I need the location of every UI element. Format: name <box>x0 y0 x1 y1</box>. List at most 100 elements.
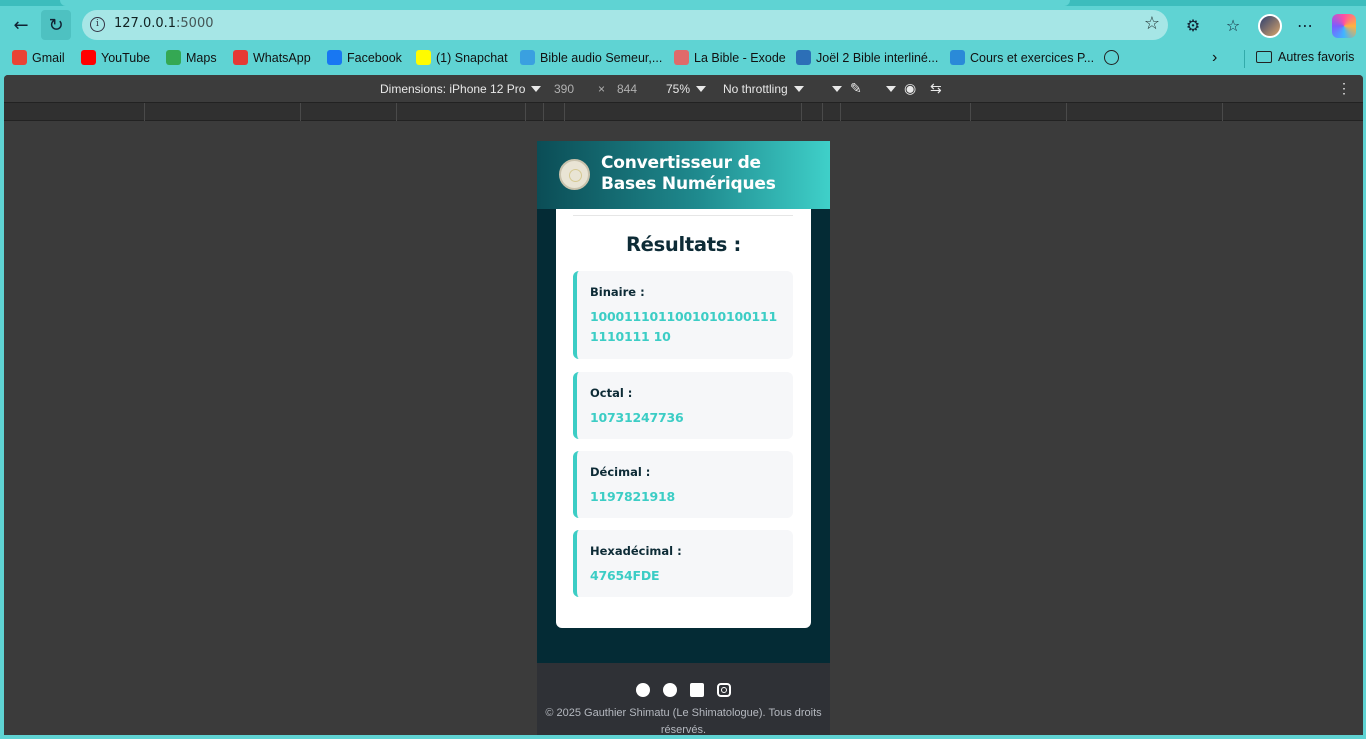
bookmark-label: WhatsApp <box>253 50 311 65</box>
divider <box>573 215 793 216</box>
result-label: Hexadécimal : <box>590 544 682 558</box>
ruler-tick <box>801 103 802 121</box>
ruler-tick <box>970 103 971 121</box>
site-info-icon[interactable]: i <box>90 17 105 32</box>
device-dimensions-select[interactable]: Dimensions: iPhone 12 Pro <box>380 82 542 96</box>
gmail-icon <box>12 50 27 65</box>
ruler-tick <box>822 103 823 121</box>
browser-toolbar: ← ↻ i 127.0.0.1:5000 ☆ ⚙ ☆ ⋯ <box>0 6 1366 44</box>
height-input[interactable]: 844 <box>617 82 637 96</box>
result-value: 10001110110010101001111110111 10 <box>590 309 777 344</box>
courses-icon <box>950 50 965 65</box>
url-text[interactable]: 127.0.0.1:5000 <box>114 16 214 31</box>
bookmark-item[interactable]: WhatsApp <box>233 50 311 65</box>
maps-icon <box>166 50 181 65</box>
throttling-select[interactable]: No throttling <box>723 82 804 96</box>
youtube-icon <box>81 50 96 65</box>
bible-exode-icon <box>674 50 689 65</box>
bookmark-item[interactable]: Facebook <box>327 50 402 65</box>
zoom-value: 75% <box>666 82 691 96</box>
emulate-options[interactable] <box>880 82 896 96</box>
facebook-icon[interactable] <box>663 683 677 697</box>
bookmarks-bar: Gmail YouTube Maps WhatsApp Facebook (1) Snap… <box>0 46 1366 72</box>
save-data-toggle[interactable] <box>826 82 842 96</box>
bookmark-item[interactable]: Maps <box>166 50 217 65</box>
url-port: :5000 <box>176 16 214 31</box>
more-menu-icon[interactable]: ⋯ <box>1294 14 1316 36</box>
results-title: Résultats : <box>625 233 742 256</box>
result-value: 1197821918 <box>590 489 675 504</box>
ruler-tick <box>1066 103 1067 121</box>
device-toolbar: Dimensions: iPhone 12 Pro 390 × 844 75% … <box>4 75 1363 102</box>
reload-button[interactable]: ↻ <box>41 10 71 40</box>
result-binary: Binaire : 10001110110010101001111110111 … <box>573 271 793 359</box>
ruler-tick <box>840 103 841 121</box>
ruler-tick <box>564 103 565 121</box>
bookmark-item[interactable]: Gmail <box>12 50 65 65</box>
other-bookmarks-label: Autres favoris <box>1278 50 1355 64</box>
result-label: Binaire : <box>590 285 645 299</box>
linkedin-icon[interactable] <box>690 683 704 697</box>
bookmark-item[interactable]: La Bible - Exode <box>674 50 786 65</box>
snapchat-icon <box>416 50 431 65</box>
back-button[interactable]: ← <box>6 10 36 40</box>
other-bookmarks-folder[interactable]: Autres favoris <box>1256 50 1354 64</box>
url-host: 127.0.0.1 <box>114 16 177 31</box>
bookmark-item[interactable]: (1) Snapchat <box>416 50 508 65</box>
throttling-value: No throttling <box>723 82 788 96</box>
ruler-tick <box>144 103 145 121</box>
vision-deficiency-icon[interactable]: ◉ <box>904 80 916 97</box>
page-footer: © 2025 Gauthier Shimatu (Le Shimatologue… <box>537 663 830 735</box>
address-bar[interactable]: i 127.0.0.1:5000 ☆ <box>82 10 1168 40</box>
result-value: 10731247736 <box>590 410 684 425</box>
bookmark-item[interactable]: Cours et exercices P... <box>950 50 1094 65</box>
copilot-icon[interactable] <box>1332 14 1356 38</box>
media-query-ruler <box>4 102 1363 121</box>
reload-icon: ↻ <box>48 14 64 36</box>
bookmark-item[interactable]: Joël 2 Bible interliné... <box>796 50 938 65</box>
social-links <box>537 683 830 697</box>
rotate-icon[interactable]: ⇆ <box>930 80 942 97</box>
eyedropper-icon[interactable]: ✎ <box>850 80 862 97</box>
bookmark-label: Maps <box>186 50 217 65</box>
ruler-tick <box>525 103 526 121</box>
result-octal: Octal : 10731247736 <box>573 372 793 439</box>
whatsapp-icon <box>233 50 248 65</box>
chevron-down-icon <box>696 86 707 92</box>
bookmark-label: Cours et exercices P... <box>970 50 1095 65</box>
instagram-icon[interactable] <box>717 683 731 697</box>
extensions-icon[interactable]: ⚙ <box>1182 14 1204 36</box>
bookmark-separator <box>1244 50 1245 68</box>
profile-avatar[interactable] <box>1258 14 1282 38</box>
bookmark-label: La Bible - Exode <box>694 50 786 65</box>
globe-icon <box>1104 50 1119 65</box>
emulated-page: Convertisseur de Bases Numériques Résult… <box>537 141 830 735</box>
chevron-right-icon[interactable]: › <box>1212 49 1217 67</box>
bookmark-item[interactable]: Bible audio Semeur,... <box>520 50 662 65</box>
ruler-tick <box>543 103 544 121</box>
result-value: 47654FDE <box>590 568 660 583</box>
bookmark-item[interactable]: YouTube <box>81 50 150 65</box>
device-name: Dimensions: iPhone 12 Pro <box>380 82 526 96</box>
bookmark-item[interactable] <box>1104 50 1119 65</box>
copyright-text: © 2025 Gauthier Shimatu (Le Shimatologue… <box>545 707 822 735</box>
app-logo <box>559 159 590 190</box>
app-title: Convertisseur de Bases Numériques <box>601 153 776 194</box>
favorites-icon[interactable]: ☆ <box>1222 14 1244 36</box>
times-sign: × <box>598 82 606 96</box>
width-input[interactable]: 390 <box>554 82 574 96</box>
interlinear-bible-icon <box>796 50 811 65</box>
devtools-more-icon[interactable]: ⋮ <box>1337 80 1351 97</box>
ruler-tick <box>396 103 397 121</box>
bible-audio-icon <box>520 50 535 65</box>
facebook-icon <box>327 50 342 65</box>
zoom-select[interactable]: 75% <box>666 82 707 96</box>
bookmark-label: YouTube <box>101 50 151 65</box>
folder-icon <box>1256 51 1272 63</box>
ruler-tick <box>300 103 301 121</box>
app-header: Convertisseur de Bases Numériques <box>537 141 830 209</box>
github-icon[interactable] <box>636 683 650 697</box>
bookmark-star-icon[interactable]: ☆ <box>1144 13 1160 34</box>
result-decimal: Décimal : 1197821918 <box>573 451 793 518</box>
back-arrow-icon: ← <box>13 14 29 36</box>
